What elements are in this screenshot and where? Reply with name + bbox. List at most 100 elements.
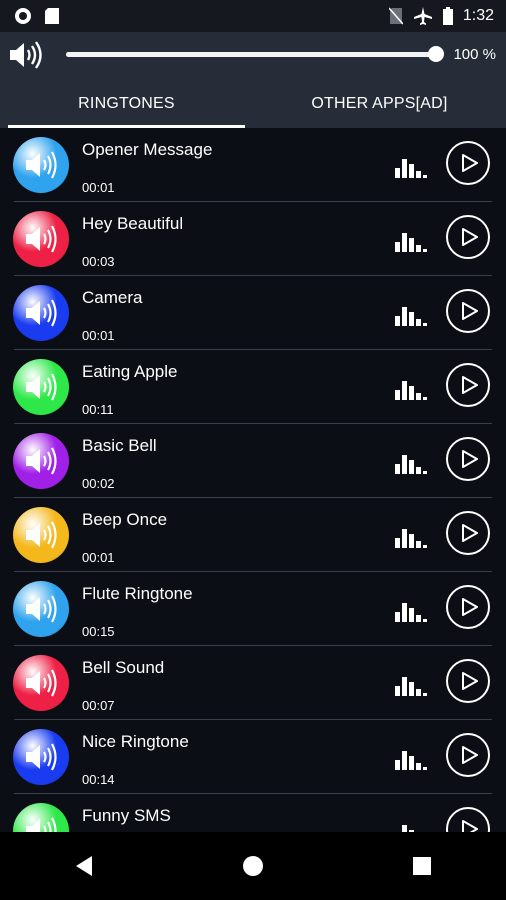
play-button[interactable]: [446, 511, 490, 555]
volume-percent: 100 %: [453, 46, 496, 63]
tab-ringtones[interactable]: RINGTONES: [0, 80, 253, 128]
speaker-icon: [26, 225, 57, 253]
home-button[interactable]: [223, 846, 283, 886]
ringtone-row[interactable]: Opener Message 00:01: [0, 128, 506, 202]
play-icon: [462, 672, 478, 690]
battery-icon: [442, 7, 453, 25]
play-icon: [462, 524, 478, 542]
equalizer-icon[interactable]: [395, 674, 427, 696]
equalizer-icon[interactable]: [395, 748, 427, 770]
ringtone-title: Basic Bell: [82, 436, 157, 455]
speaker-icon: [26, 743, 57, 771]
volume-slider-thumb[interactable]: [428, 46, 444, 62]
ringtone-duration: 00:11: [82, 402, 114, 417]
ringtone-row[interactable]: Camera 00:01: [0, 276, 506, 350]
play-button[interactable]: [446, 807, 490, 832]
equalizer-icon[interactable]: [395, 230, 427, 252]
play-icon: [462, 228, 478, 246]
ringtone-title: Camera: [82, 288, 143, 307]
play-button[interactable]: [446, 585, 490, 629]
ringtone-title: Nice Ringtone: [82, 732, 189, 751]
play-button[interactable]: [446, 733, 490, 777]
tab-bar: RINGTONES OTHER APPS[AD]: [0, 80, 506, 128]
play-button[interactable]: [446, 141, 490, 185]
play-icon: [462, 302, 478, 320]
equalizer-icon[interactable]: [395, 156, 427, 178]
equalizer-icon[interactable]: [395, 304, 427, 326]
navigation-bar: [0, 832, 506, 900]
recents-icon: [412, 857, 431, 875]
equalizer-icon[interactable]: [395, 600, 427, 622]
speaker-icon: [26, 299, 57, 327]
ringtone-list[interactable]: Opener Message 00:01 Hey Beautiful 00:03 Cam…: [0, 128, 506, 832]
speaker-icon: [26, 521, 57, 549]
ringtone-avatar: [13, 211, 69, 267]
play-icon: [462, 154, 478, 172]
equalizer-icon[interactable]: [395, 452, 427, 474]
ringtone-row[interactable]: Flute Ringtone 00:15: [0, 572, 506, 646]
ringtone-avatar: [13, 729, 69, 785]
ringtone-avatar: [13, 359, 69, 415]
ringtone-avatar: [13, 507, 69, 563]
speaker-icon: [26, 669, 57, 697]
ringtone-avatar: [13, 803, 69, 832]
speaker-icon: [26, 373, 57, 401]
ringtone-row[interactable]: Basic Bell 00:02: [0, 424, 506, 498]
ringtone-duration: 00:01: [82, 550, 115, 565]
ringtone-row[interactable]: Bell Sound 00:07: [0, 646, 506, 720]
back-icon: [76, 856, 93, 876]
speaker-icon: [26, 817, 57, 832]
speaker-icon: [26, 595, 57, 623]
ringtone-row[interactable]: Beep Once 00:01: [0, 498, 506, 572]
ringtone-duration: 00:15: [82, 624, 115, 639]
status-time: 1:32: [462, 7, 494, 24]
play-icon: [462, 746, 478, 764]
ringtone-title: Flute Ringtone: [82, 584, 193, 603]
recents-button[interactable]: [392, 846, 452, 886]
ringtone-title: Bell Sound: [82, 658, 165, 677]
volume-row: 100 %: [0, 32, 506, 78]
back-button[interactable]: [54, 846, 114, 886]
volume-icon[interactable]: [8, 40, 46, 70]
ringtone-avatar: [13, 655, 69, 711]
ringtone-row[interactable]: Eating Apple 00:11: [0, 350, 506, 424]
ringtone-avatar: [13, 137, 69, 193]
ringtone-duration: 00:01: [82, 180, 115, 195]
tab-other-apps[interactable]: OTHER APPS[AD]: [253, 80, 506, 128]
play-icon: [462, 598, 478, 616]
play-icon: [462, 820, 478, 832]
no-sim-icon: [388, 7, 403, 25]
play-icon: [462, 450, 478, 468]
ringtone-title: Hey Beautiful: [82, 214, 184, 233]
home-icon: [242, 856, 263, 876]
play-button[interactable]: [446, 289, 490, 333]
ringtone-duration: 00:14: [82, 772, 115, 787]
ringtone-avatar: [13, 433, 69, 489]
play-button[interactable]: [446, 363, 490, 407]
ringtone-avatar: [13, 581, 69, 637]
volume-slider[interactable]: [66, 46, 444, 62]
play-button[interactable]: [446, 437, 490, 481]
top-panel: 100 % RINGTONES OTHER APPS[AD]: [0, 32, 506, 128]
equalizer-icon[interactable]: [395, 378, 427, 400]
speaker-icon: [26, 151, 57, 179]
ringtone-duration: 00:07: [82, 698, 115, 713]
ringtone-avatar: [13, 285, 69, 341]
ringtone-row[interactable]: Hey Beautiful 00:03: [0, 202, 506, 276]
volume-slider-fill: [66, 52, 436, 57]
ringtone-row[interactable]: Funny SMS: [0, 794, 506, 832]
speaker-icon: [26, 447, 57, 475]
ringtone-duration: 00:03: [82, 254, 115, 269]
equalizer-icon[interactable]: [395, 526, 427, 548]
play-icon: [462, 376, 478, 394]
airplane-icon: [413, 7, 432, 25]
ringtone-title: Opener Message: [82, 140, 213, 159]
play-button[interactable]: [446, 215, 490, 259]
status-bar: 1:32: [0, 0, 506, 32]
circle-icon: [15, 8, 31, 24]
sd-card-icon: [45, 8, 59, 24]
ringtone-row[interactable]: Nice Ringtone 00:14: [0, 720, 506, 794]
play-button[interactable]: [446, 659, 490, 703]
ringtone-duration: 00:01: [82, 328, 115, 343]
equalizer-icon[interactable]: [395, 822, 427, 832]
